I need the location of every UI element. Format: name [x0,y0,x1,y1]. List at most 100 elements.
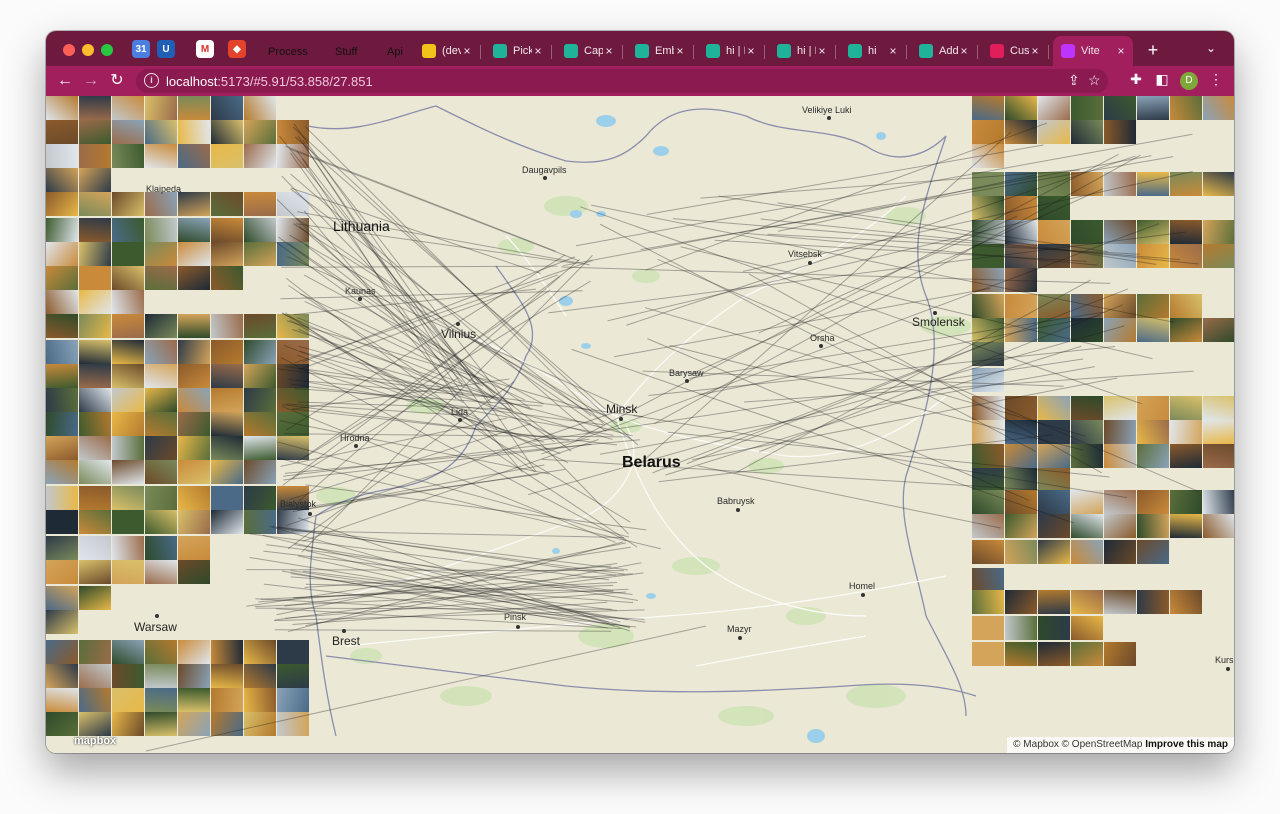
photo-thumbnail[interactable] [244,364,276,388]
photo-thumbnail[interactable] [112,510,144,534]
photo-thumbnail[interactable] [277,388,309,412]
photo-thumbnail[interactable] [1005,120,1037,144]
photo-thumbnail[interactable] [112,688,144,712]
photo-thumbnail[interactable] [178,640,210,664]
photo-thumbnail[interactable] [79,412,111,436]
photo-thumbnail[interactable] [112,536,144,560]
photo-thumbnail[interactable] [1005,396,1037,420]
photo-thumbnail[interactable] [972,514,1004,538]
photo-thumbnail[interactable] [972,490,1004,514]
photo-thumbnail[interactable] [1038,244,1070,268]
photo-thumbnail[interactable] [46,436,78,460]
photo-thumbnail[interactable] [145,712,177,736]
photo-thumbnail[interactable] [112,712,144,736]
photo-thumbnail[interactable] [1038,642,1070,666]
photo-thumbnail[interactable] [244,388,276,412]
photo-thumbnail[interactable] [46,340,78,364]
photo-thumbnail[interactable] [46,364,78,388]
photo-thumbnail[interactable] [145,688,177,712]
photo-thumbnail[interactable] [277,120,309,144]
photo-thumbnail[interactable] [1170,220,1202,244]
photo-thumbnail[interactable] [79,664,111,688]
more-menu-icon[interactable]: ⋮ [1206,71,1226,88]
improve-map-link[interactable]: Improve this map [1145,739,1228,750]
photo-thumbnail[interactable] [79,266,111,290]
photo-thumbnail[interactable] [46,460,78,484]
photo-thumbnail[interactable] [145,144,177,168]
photo-thumbnail[interactable] [1203,490,1234,514]
photo-thumbnail[interactable] [244,640,276,664]
photo-thumbnail[interactable] [112,340,144,364]
photo-thumbnail[interactable] [1137,590,1169,614]
photo-thumbnail[interactable] [1071,420,1103,444]
photo-thumbnail[interactable] [112,460,144,484]
photo-thumbnail[interactable] [145,192,177,216]
photo-thumbnail[interactable] [178,388,210,412]
photo-thumbnail[interactable] [46,144,78,168]
photo-thumbnail[interactable] [1071,220,1103,244]
photo-thumbnail[interactable] [277,664,309,688]
minimize-window-button[interactable] [82,44,94,56]
photo-thumbnail[interactable] [277,412,309,436]
photo-thumbnail[interactable] [79,290,111,314]
photo-thumbnail[interactable] [178,218,210,242]
photo-thumbnail[interactable] [277,436,309,460]
mapbox-logo[interactable]: mapbox [74,735,116,747]
photo-thumbnail[interactable] [1038,420,1070,444]
photo-thumbnail[interactable] [1071,172,1103,196]
photo-thumbnail[interactable] [1038,444,1070,468]
photo-thumbnail[interactable] [972,420,1004,444]
photo-thumbnail[interactable] [1170,444,1202,468]
photo-thumbnail[interactable] [1005,490,1037,514]
photo-thumbnail[interactable] [46,664,78,688]
photo-thumbnail[interactable] [1203,514,1234,538]
photo-thumbnail[interactable] [1137,514,1169,538]
browser-tab[interactable]: Add × [911,39,976,63]
photo-thumbnail[interactable] [145,460,177,484]
photo-thumbnail[interactable] [1104,318,1136,342]
photo-thumbnail[interactable] [972,172,1004,196]
close-tab-icon[interactable]: × [674,44,686,58]
photo-thumbnail[interactable] [1104,172,1136,196]
photo-thumbnail[interactable] [211,144,243,168]
photo-thumbnail[interactable] [1071,444,1103,468]
photo-thumbnail[interactable] [1203,318,1234,342]
photo-thumbnail[interactable] [1170,172,1202,196]
photo-thumbnail[interactable] [178,144,210,168]
photo-thumbnail[interactable] [1038,468,1070,492]
photo-thumbnail[interactable] [277,688,309,712]
photo-thumbnail[interactable] [46,192,78,216]
tab-group-process[interactable]: Process [260,43,316,61]
photo-thumbnail[interactable] [1005,196,1037,220]
photo-thumbnail[interactable] [46,486,78,510]
browser-tab[interactable]: Pick × [485,39,550,63]
photo-thumbnail[interactable] [1137,294,1169,318]
photo-thumbnail[interactable] [145,436,177,460]
close-tab-icon[interactable]: × [532,44,544,58]
photo-thumbnail[interactable] [178,460,210,484]
forward-arrow-icon[interactable]: → [80,70,102,92]
photo-thumbnail[interactable] [178,192,210,216]
photo-thumbnail[interactable] [1005,294,1037,318]
photo-thumbnail[interactable] [211,436,243,460]
photo-thumbnail[interactable] [211,314,243,338]
browser-tab[interactable]: Emb× [627,39,692,63]
new-tab-button[interactable]: + [1142,39,1164,61]
photo-thumbnail[interactable] [1170,420,1202,444]
photo-thumbnail[interactable] [46,586,78,610]
photo-thumbnail[interactable] [79,586,111,610]
close-tab-icon[interactable]: × [745,44,757,58]
fox-icon[interactable]: ◆ [228,40,246,58]
photo-thumbnail[interactable] [46,266,78,290]
calendar-icon[interactable]: 31 [132,40,150,58]
photo-thumbnail[interactable] [1005,514,1037,538]
photo-thumbnail[interactable] [1005,96,1037,120]
photo-thumbnail[interactable] [178,536,210,560]
photo-thumbnail[interactable] [1005,590,1037,614]
photo-thumbnail[interactable] [46,712,78,736]
photo-thumbnail[interactable] [1005,318,1037,342]
photo-thumbnail[interactable] [145,96,177,120]
photo-thumbnail[interactable] [145,560,177,584]
photo-thumbnail[interactable] [211,486,243,510]
reload-icon[interactable]: ↻ [106,70,128,92]
